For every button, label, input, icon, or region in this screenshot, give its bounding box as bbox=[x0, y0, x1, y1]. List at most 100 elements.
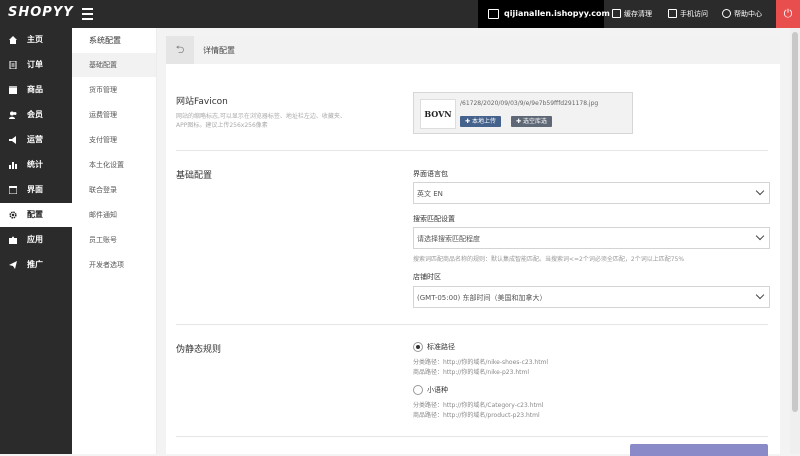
submenu-item-basic[interactable]: 基础配置 bbox=[72, 53, 156, 77]
choose-from-library-button[interactable]: ✚ 选空库选 bbox=[511, 116, 552, 127]
sidebar-item-orders[interactable]: 订单 bbox=[0, 53, 72, 77]
bar-chart-icon bbox=[9, 162, 17, 169]
standard-path-radio[interactable] bbox=[413, 342, 423, 352]
submenu-item-label: 基础配置 bbox=[89, 61, 117, 69]
back-arrow-icon[interactable]: ⮌ bbox=[166, 36, 194, 64]
store-domain: qijianallen.ishopyy.com bbox=[504, 9, 610, 18]
store-domain-link[interactable]: qijianallen.ishopyy.com bbox=[478, 0, 610, 28]
submenu-item-label: 邮件通知 bbox=[89, 211, 117, 219]
search-match-select[interactable]: 请选择搜索匹配程度 bbox=[413, 227, 770, 249]
language-pack-value: 英文 EN bbox=[417, 190, 443, 198]
sidebar-item-home[interactable]: 主页 bbox=[0, 28, 72, 52]
store-timezone-label: 店铺时区 bbox=[413, 273, 441, 281]
help-icon bbox=[722, 8, 731, 18]
favicon-description: 网站的缩略标志,可以显示在浏览器标签、地址栏左边、收藏夹、APP图标。建议上传2… bbox=[176, 113, 346, 129]
submenu-item-label: 联合登录 bbox=[89, 186, 117, 194]
local-upload-label: 本地上传 bbox=[471, 118, 496, 125]
main-sidebar: 主页 订单 商品 会员 运营 统计 界面 配置 应用 推广 bbox=[0, 28, 72, 454]
submenu-item-social-login[interactable]: 联合登录 bbox=[72, 178, 156, 202]
sidebar-item-members[interactable]: 会员 bbox=[0, 103, 72, 127]
sidebar-item-label: 统计 bbox=[27, 160, 43, 169]
panel-header: ⮌ 详情配置 bbox=[166, 36, 780, 64]
system-config-submenu: 系统配置 基础配置 货币管理 运费管理 支付管理 本土化设置 联合登录 邮件通知… bbox=[72, 28, 157, 454]
chevron-down-icon bbox=[755, 290, 765, 300]
submenu-item-localization[interactable]: 本土化设置 bbox=[72, 153, 156, 177]
top-bar: SHOPYY qijianallen.ishopyy.com 缓存清理 手机访问… bbox=[0, 0, 800, 28]
basic-config-label: 基础配置 bbox=[176, 171, 213, 181]
search-match-label: 搜索匹配设置 bbox=[413, 215, 455, 223]
favicon-uploader: BOVN /61728/2020/09/03/9/e/9e7b59fffd291… bbox=[413, 92, 633, 134]
sidebar-item-settings[interactable]: 配置 bbox=[0, 203, 72, 227]
monitor-icon bbox=[488, 9, 499, 19]
submenu-item-label: 货币管理 bbox=[89, 86, 117, 94]
store-timezone-select[interactable]: (GMT-05:00) 东部时间（美国和加拿大） bbox=[413, 286, 770, 308]
sidebar-item-label: 界面 bbox=[27, 185, 43, 194]
sidebar-item-products[interactable]: 商品 bbox=[0, 78, 72, 102]
sidebar-item-label: 会员 bbox=[27, 110, 43, 119]
minor-product-example: 商品路径：http://你的域名/product-p23.html bbox=[413, 412, 540, 419]
shopyy-logo[interactable]: SHOPYY bbox=[8, 5, 74, 20]
language-pack-label: 界面语言包 bbox=[413, 170, 448, 178]
standard-category-example: 分类路径：http://你的域名/nike-shoes-c23.html bbox=[413, 359, 549, 366]
menu-toggle-icon[interactable] bbox=[82, 8, 93, 20]
chevron-down-icon bbox=[755, 231, 765, 241]
sidebar-item-label: 订单 bbox=[27, 60, 43, 69]
sidebar-item-apps[interactable]: 应用 bbox=[0, 228, 72, 252]
users-icon bbox=[9, 111, 17, 119]
language-pack-select[interactable]: 英文 EN bbox=[413, 182, 770, 204]
submenu-item-staff[interactable]: 员工账号 bbox=[72, 228, 156, 252]
favicon-thumbnail: BOVN bbox=[420, 99, 456, 129]
sidebar-item-interface[interactable]: 界面 bbox=[0, 178, 72, 202]
scrollbar-thumb[interactable] bbox=[792, 32, 798, 412]
favicon-path: /61728/2020/09/03/9/e/9e7b59fffd291178.j… bbox=[460, 100, 599, 107]
sidebar-item-label: 主页 bbox=[27, 35, 43, 44]
sidebar-item-operations[interactable]: 运营 bbox=[0, 128, 72, 152]
submenu-item-label: 运费管理 bbox=[89, 111, 117, 119]
standard-product-example: 商品路径：http://你的域名/nike-p23.html bbox=[413, 369, 530, 376]
puzzle-icon bbox=[9, 236, 17, 244]
submenu-item-shipping[interactable]: 运费管理 bbox=[72, 103, 156, 127]
submenu-item-payment[interactable]: 支付管理 bbox=[72, 128, 156, 152]
section-divider bbox=[176, 436, 768, 437]
mobile-access-button[interactable]: 手机访问 bbox=[668, 0, 708, 28]
home-icon bbox=[9, 36, 17, 44]
search-match-placeholder: 请选择搜索匹配程度 bbox=[417, 235, 480, 243]
chevron-down-icon bbox=[755, 186, 765, 196]
clear-cache-button[interactable]: 缓存清理 bbox=[612, 0, 652, 28]
help-center-label: 帮助中心 bbox=[734, 10, 762, 18]
gear-icon bbox=[9, 211, 17, 219]
minor-language-radio[interactable] bbox=[413, 385, 423, 395]
sidebar-item-label: 应用 bbox=[27, 235, 43, 244]
sidebar-item-statistics[interactable]: 统计 bbox=[0, 153, 72, 177]
store-timezone-value: (GMT-05:00) 东部时间（美国和加拿大） bbox=[417, 294, 547, 302]
url-rewrite-label: 伪静态规则 bbox=[176, 345, 222, 355]
megaphone-icon bbox=[9, 136, 16, 144]
mobile-icon bbox=[668, 8, 677, 18]
box-icon bbox=[9, 86, 17, 94]
sidebar-item-promotion[interactable]: 推广 bbox=[0, 253, 72, 277]
sidebar-item-label: 运营 bbox=[27, 135, 43, 144]
submenu-item-label: 支付管理 bbox=[89, 136, 117, 144]
submenu-item-label: 本土化设置 bbox=[89, 161, 124, 169]
submenu-item-label: 开发者选项 bbox=[89, 261, 124, 269]
submenu-item-email[interactable]: 邮件通知 bbox=[72, 203, 156, 227]
paper-plane-icon bbox=[9, 261, 17, 269]
sidebar-item-label: 商品 bbox=[27, 85, 43, 94]
section-divider bbox=[176, 150, 768, 151]
help-center-button[interactable]: 帮助中心 bbox=[722, 0, 762, 28]
choose-from-library-label: 选空库选 bbox=[522, 118, 547, 125]
submenu-item-currency[interactable]: 货币管理 bbox=[72, 78, 156, 102]
cache-icon bbox=[612, 8, 621, 18]
sidebar-item-label: 配置 bbox=[27, 210, 43, 219]
orders-icon bbox=[9, 61, 17, 69]
logout-power-icon[interactable]: ⏻ bbox=[776, 0, 800, 28]
submenu-item-developer[interactable]: 开发者选项 bbox=[72, 253, 156, 277]
detail-config-panel: ⮌ 详情配置 网站Favicon 网站的缩略标志,可以显示在浏览器标签、地址栏左… bbox=[166, 36, 780, 454]
favicon-section-label: 网站Favicon bbox=[176, 97, 228, 107]
clear-cache-label: 缓存清理 bbox=[624, 10, 652, 18]
page-scrollbar[interactable] bbox=[790, 28, 800, 454]
standard-path-label: 标准路径 bbox=[427, 343, 455, 351]
local-upload-button[interactable]: ✚ 本地上传 bbox=[460, 116, 501, 127]
save-button[interactable] bbox=[630, 444, 768, 456]
section-divider bbox=[176, 324, 768, 325]
